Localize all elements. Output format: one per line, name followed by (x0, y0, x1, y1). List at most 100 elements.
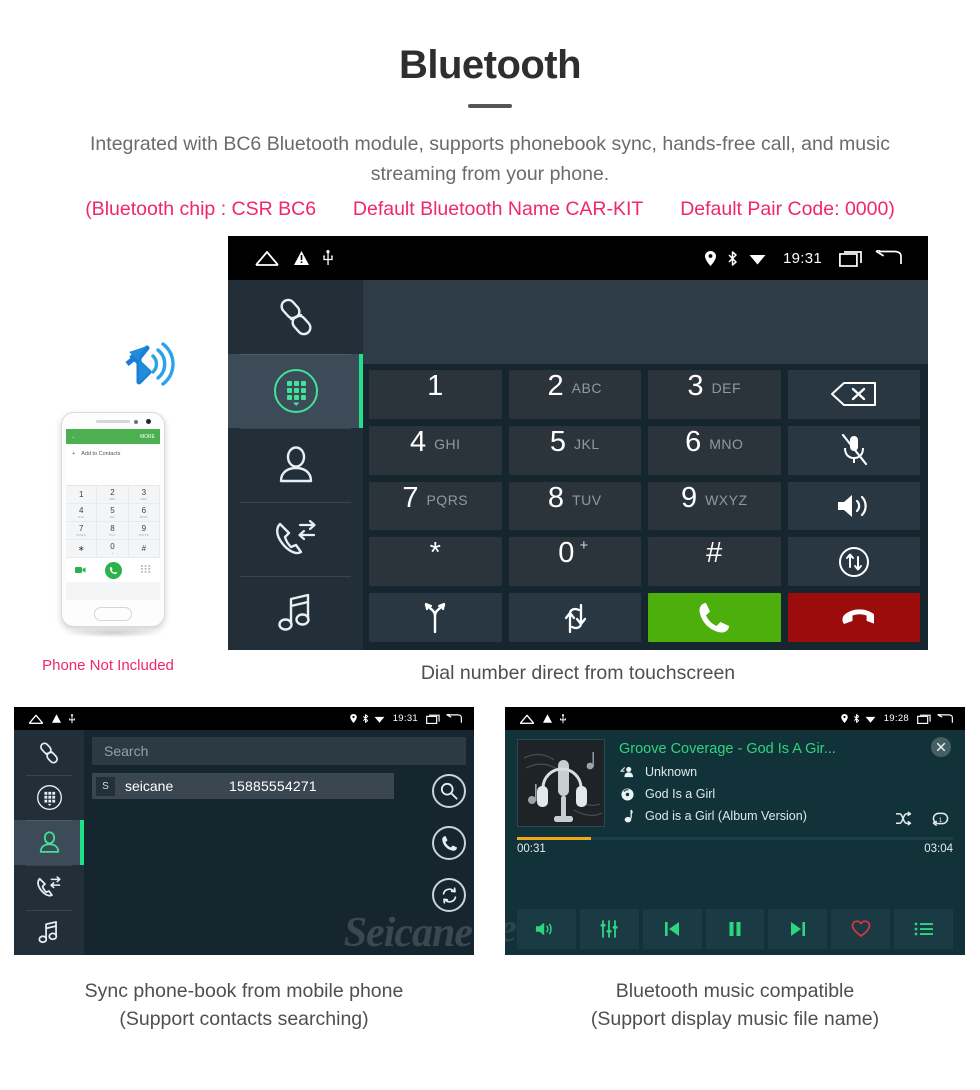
status-bar: 19:31 (14, 707, 474, 730)
recents-icon[interactable] (426, 714, 441, 724)
volume-button[interactable] (517, 909, 576, 949)
home-icon[interactable] (519, 714, 535, 724)
progress-bar[interactable]: 00:31 03:04 (517, 837, 953, 855)
phone-key-#[interactable]: # (128, 540, 160, 558)
sidebar-item-dialpad[interactable] (14, 775, 84, 820)
page-header: Bluetooth Integrated with BC6 Bluetooth … (0, 0, 980, 225)
phone-appbar: ← MORE (66, 429, 160, 444)
caption-music-line2: (Support display music file name) (590, 1007, 880, 1030)
back-icon[interactable] (937, 713, 953, 724)
swap-call-button[interactable] (508, 593, 641, 642)
key-8[interactable]: 8 TUV (508, 481, 641, 531)
search-input[interactable]: Search (92, 737, 466, 765)
warning-icon (543, 714, 552, 723)
sidebar-item-call-history[interactable] (14, 865, 84, 910)
key-letters: PQRS (426, 491, 469, 508)
recents-icon[interactable] (839, 250, 864, 267)
phone-keypad[interactable]: 1 2 ABC 3 DEF 4 GHI 5 JKL 6 MNO 7 PQRS 8 TUV 9 WXYZ ∗ 0 + # (66, 486, 160, 558)
home-icon[interactable] (28, 714, 44, 724)
key-3[interactable]: 3 DEF (648, 370, 781, 419)
transfer-audio-button[interactable] (787, 537, 920, 587)
search-button[interactable] (432, 774, 466, 808)
sidebar-item-call-history[interactable] (228, 502, 363, 576)
key-5[interactable]: 5 JKL (508, 425, 641, 475)
back-icon[interactable] (446, 713, 462, 724)
close-button[interactable] (931, 737, 951, 757)
key-6[interactable]: 6 MNO (648, 425, 781, 475)
sidebar-item-music[interactable] (228, 576, 363, 650)
phone-key-2[interactable]: 2 ABC (97, 486, 129, 504)
key-hash[interactable]: # (648, 537, 781, 587)
key-star[interactable]: * (369, 537, 502, 587)
key-7[interactable]: 7 PQRS (369, 481, 502, 531)
time-elapsed: 00:31 (517, 843, 546, 855)
pause-button[interactable] (705, 909, 765, 949)
key-9[interactable]: 9 WXYZ (648, 481, 781, 531)
number-display[interactable] (363, 280, 928, 364)
usb-icon (323, 250, 333, 266)
back-arrow-icon[interactable]: ← (71, 434, 76, 440)
phone-key-letters: WXYZ (138, 533, 149, 537)
call-icon[interactable] (104, 561, 122, 579)
call-button[interactable] (432, 826, 466, 860)
video-call-icon[interactable] (75, 566, 86, 574)
usb-icon (560, 713, 566, 724)
backspace-button[interactable] (787, 370, 920, 419)
wifi-icon (374, 715, 385, 723)
key-0[interactable]: 0 + (508, 537, 641, 587)
phone-key-0[interactable]: 0 + (97, 540, 129, 558)
progress-track[interactable] (517, 837, 953, 840)
back-icon[interactable] (875, 249, 902, 267)
music-note-icon (36, 919, 62, 946)
previous-button[interactable] (642, 909, 702, 949)
phone-key-number: 6 (141, 506, 147, 515)
sidebar-item-music[interactable] (14, 910, 84, 955)
speaker-button[interactable] (787, 481, 920, 531)
phone-key-4[interactable]: 4 GHI (66, 504, 98, 522)
track-title: Groove Coverage - God Is A Gir... (619, 741, 836, 757)
transfer-audio-icon (838, 546, 870, 578)
location-icon (704, 250, 716, 266)
phone-key-number: 7 (78, 524, 84, 533)
key-4[interactable]: 4 GHI (369, 425, 502, 475)
key-1[interactable]: 1 (369, 370, 502, 419)
phone-add-contacts-row[interactable]: + Add to Contacts (66, 444, 160, 464)
home-icon[interactable] (254, 250, 280, 266)
key-2[interactable]: 2 ABC (508, 370, 641, 419)
recents-icon[interactable] (917, 714, 932, 724)
phone-home-button[interactable] (94, 607, 132, 621)
next-button[interactable] (768, 909, 828, 949)
phone-number-field[interactable] (66, 464, 160, 486)
phone-key-8[interactable]: 8 TUV (97, 522, 129, 540)
favorite-button[interactable] (831, 909, 891, 949)
repeat-one-icon[interactable]: 1 (932, 811, 949, 826)
sidebar-item-pair[interactable] (228, 280, 363, 354)
sidebar-item-dialpad[interactable] (228, 354, 363, 428)
sync-button[interactable] (432, 878, 466, 912)
sidebar-item-pair[interactable] (14, 730, 84, 775)
phone-key-5[interactable]: 5 JKL (97, 504, 129, 522)
phone-key-∗[interactable]: ∗ (66, 540, 98, 558)
phone-key-1[interactable]: 1 (66, 486, 98, 504)
shuffle-icon[interactable] (895, 811, 912, 826)
phone-key-9[interactable]: 9 WXYZ (128, 522, 160, 540)
list-item[interactable]: S seicane 15885554271 (92, 773, 394, 799)
merge-call-button[interactable] (369, 593, 502, 642)
call-history-icon (35, 874, 63, 901)
phone-key-letters: TUV (109, 533, 116, 537)
phone-key-7[interactable]: 7 PQRS (66, 522, 98, 540)
sidebar-item-contacts[interactable] (228, 428, 363, 502)
sidebar-item-contacts[interactable] (14, 820, 84, 865)
hangup-button[interactable] (787, 593, 920, 642)
phone-key-3[interactable]: 3 DEF (128, 486, 160, 504)
playlist-button[interactable] (894, 909, 953, 949)
mute-mic-button[interactable] (787, 425, 920, 475)
equalizer-button[interactable] (579, 909, 639, 949)
keypad-icon[interactable] (140, 565, 151, 575)
call-button[interactable] (648, 593, 781, 642)
phone-key-6[interactable]: 6 MNO (128, 504, 160, 522)
nav-rail (14, 730, 84, 955)
caption-contacts: Sync phone-book from mobile phone (Suppo… (14, 978, 474, 1033)
dialer-body: 1 2 ABC 3 DEF 4 GHI 5 JKL 6 MNO 7 PQRS 8… (228, 280, 928, 650)
phone-more-label[interactable]: MORE (140, 434, 155, 440)
